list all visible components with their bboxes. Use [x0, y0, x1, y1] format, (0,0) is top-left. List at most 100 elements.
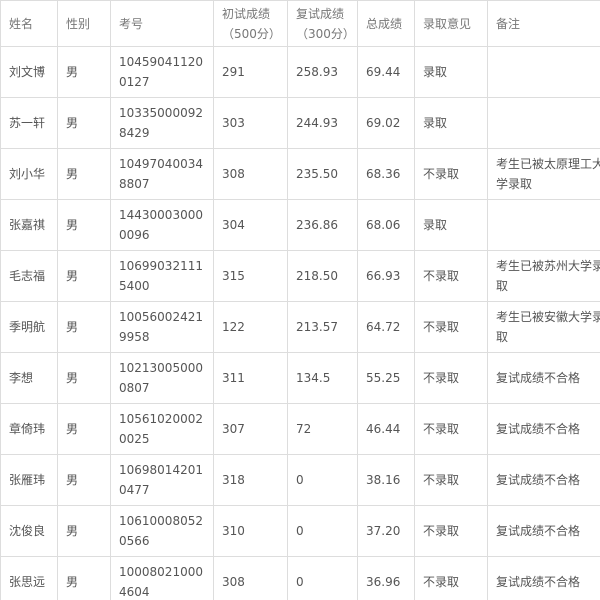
cell-retest-score: 213.57 — [287, 301, 358, 353]
cell-total-score: 55.25 — [357, 352, 415, 404]
cell-remarks: 复试成绩不合格 — [487, 505, 600, 557]
cell-exam-id: 104970400348807 — [110, 148, 214, 200]
admission-results-table-container: 姓名 性别 考号 初试成绩 （500分） 复试成绩 （300分） 总成绩 录取意… — [0, 0, 600, 600]
cell-initial-score: 307 — [213, 403, 288, 455]
cell-remarks: 考生已被太原理工大学录取 — [487, 148, 600, 200]
cell-total-score: 69.02 — [357, 97, 415, 149]
cell-total-score: 66.93 — [357, 250, 415, 302]
cell-gender: 男 — [57, 250, 111, 302]
cell-total-score: 69.44 — [357, 46, 415, 98]
cell-total-score: 64.72 — [357, 301, 415, 353]
cell-admission: 不录取 — [414, 403, 488, 455]
cell-name: 沈俊良 — [0, 505, 58, 557]
cell-remarks: 考生已被安徽大学录取 — [487, 301, 600, 353]
cell-gender: 男 — [57, 403, 111, 455]
table-row: 刘小华 男 104970400348807 308 235.50 68.36 不… — [0, 148, 600, 200]
cell-total-score: 68.06 — [357, 199, 415, 251]
header-admission: 录取意见 — [414, 0, 488, 47]
cell-remarks — [487, 97, 600, 149]
cell-gender: 男 — [57, 97, 111, 149]
cell-retest-score: 0 — [287, 454, 358, 506]
cell-gender: 男 — [57, 301, 111, 353]
table-row: 李想 男 102130050000807 311 134.5 55.25 不录取… — [0, 352, 600, 404]
cell-gender: 男 — [57, 148, 111, 200]
cell-name: 张嘉祺 — [0, 199, 58, 251]
cell-name: 季明航 — [0, 301, 58, 353]
cell-admission: 录取 — [414, 199, 488, 251]
cell-initial-score: 304 — [213, 199, 288, 251]
cell-exam-id: 102130050000807 — [110, 352, 214, 404]
header-remarks: 备注 — [487, 0, 600, 47]
cell-admission: 录取 — [414, 97, 488, 149]
table-row: 毛志福 男 106990321115400 315 218.50 66.93 不… — [0, 250, 600, 302]
cell-admission: 不录取 — [414, 556, 488, 600]
cell-exam-id: 106100080520566 — [110, 505, 214, 557]
cell-gender: 男 — [57, 505, 111, 557]
cell-remarks: 复试成绩不合格 — [487, 454, 600, 506]
cell-total-score: 38.16 — [357, 454, 415, 506]
table-row: 张雁玮 男 106980142010477 318 0 38.16 不录取 复试… — [0, 454, 600, 506]
cell-gender: 男 — [57, 199, 111, 251]
header-total-score: 总成绩 — [357, 0, 415, 47]
cell-retest-score: 218.50 — [287, 250, 358, 302]
cell-name: 毛志福 — [0, 250, 58, 302]
cell-admission: 不录取 — [414, 250, 488, 302]
cell-gender: 男 — [57, 352, 111, 404]
header-name: 姓名 — [0, 0, 58, 47]
cell-total-score: 36.96 — [357, 556, 415, 600]
cell-admission: 不录取 — [414, 454, 488, 506]
cell-initial-score: 318 — [213, 454, 288, 506]
cell-initial-score: 315 — [213, 250, 288, 302]
cell-admission: 不录取 — [414, 301, 488, 353]
cell-exam-id: 144300030000096 — [110, 199, 214, 251]
header-exam-id: 考号 — [110, 0, 214, 47]
cell-admission: 不录取 — [414, 505, 488, 557]
cell-total-score: 68.36 — [357, 148, 415, 200]
cell-total-score: 37.20 — [357, 505, 415, 557]
cell-name: 张雁玮 — [0, 454, 58, 506]
cell-remarks — [487, 199, 600, 251]
cell-exam-id: 103350000928429 — [110, 97, 214, 149]
cell-name: 张思远 — [0, 556, 58, 600]
cell-initial-score: 291 — [213, 46, 288, 98]
admission-results-table: 姓名 性别 考号 初试成绩 （500分） 复试成绩 （300分） 总成绩 录取意… — [0, 0, 600, 600]
cell-exam-id: 104590411200127 — [110, 46, 214, 98]
table-row: 苏一轩 男 103350000928429 303 244.93 69.02 录… — [0, 97, 600, 149]
cell-retest-score: 0 — [287, 505, 358, 557]
cell-exam-id: 105610200020025 — [110, 403, 214, 455]
cell-admission: 不录取 — [414, 148, 488, 200]
cell-initial-score: 122 — [213, 301, 288, 353]
cell-retest-score: 72 — [287, 403, 358, 455]
cell-exam-id: 100080210004604 — [110, 556, 214, 600]
cell-retest-score: 0 — [287, 556, 358, 600]
cell-retest-score: 236.86 — [287, 199, 358, 251]
cell-exam-id: 106990321115400 — [110, 250, 214, 302]
cell-initial-score: 310 — [213, 505, 288, 557]
cell-gender: 男 — [57, 556, 111, 600]
cell-remarks: 考生已被苏州大学录取 — [487, 250, 600, 302]
cell-initial-score: 303 — [213, 97, 288, 149]
cell-remarks: 复试成绩不合格 — [487, 352, 600, 404]
cell-gender: 男 — [57, 454, 111, 506]
cell-retest-score: 235.50 — [287, 148, 358, 200]
cell-initial-score: 308 — [213, 556, 288, 600]
header-initial-score: 初试成绩 （500分） — [213, 0, 288, 47]
table-row: 季明航 男 100560024219958 122 213.57 64.72 不… — [0, 301, 600, 353]
cell-retest-score: 244.93 — [287, 97, 358, 149]
table-row: 张思远 男 100080210004604 308 0 36.96 不录取 复试… — [0, 556, 600, 600]
header-retest-score-line2: （300分） — [296, 26, 355, 41]
cell-exam-id: 100560024219958 — [110, 301, 214, 353]
header-retest-score-line1: 复试成绩 — [296, 6, 345, 21]
header-retest-score: 复试成绩 （300分） — [287, 0, 358, 47]
cell-initial-score: 311 — [213, 352, 288, 404]
cell-initial-score: 308 — [213, 148, 288, 200]
table-header-row: 姓名 性别 考号 初试成绩 （500分） 复试成绩 （300分） 总成绩 录取意… — [0, 0, 600, 47]
cell-retest-score: 258.93 — [287, 46, 358, 98]
cell-name: 苏一轩 — [0, 97, 58, 149]
cell-remarks: 复试成绩不合格 — [487, 556, 600, 600]
header-initial-score-line1: 初试成绩 — [222, 6, 271, 21]
cell-exam-id: 106980142010477 — [110, 454, 214, 506]
cell-name: 刘文博 — [0, 46, 58, 98]
cell-name: 李想 — [0, 352, 58, 404]
cell-name: 章倚玮 — [0, 403, 58, 455]
